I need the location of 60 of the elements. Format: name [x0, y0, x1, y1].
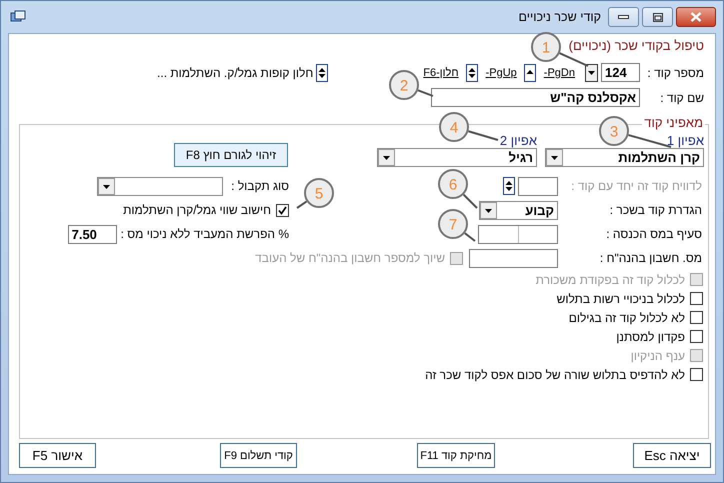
- dropdown-button[interactable]: [585, 64, 598, 82]
- link[interactable]: PgUp-: [486, 66, 517, 78]
- field-label: אפיון 2: [500, 133, 537, 148]
- field-label: % הפרשת המעביד ללא ניכוי מס :: [120, 227, 289, 241]
- caret-icon: [480, 202, 497, 218]
- field-label: שם קוד :: [659, 90, 704, 104]
- checkbox[interactable]: [690, 368, 703, 381]
- close-icon: [690, 12, 702, 22]
- link[interactable]: חלון-F6: [423, 66, 459, 78]
- input-field[interactable]: [478, 224, 558, 244]
- checkbox[interactable]: [690, 292, 703, 305]
- checkbox-label: לכלול קוד זה בפקודת משכורת: [536, 272, 685, 286]
- button[interactable]: יציאה Esc: [633, 443, 711, 468]
- field-label: אפיון 1: [666, 133, 704, 148]
- checkbox-label: חישוב שווי גמל/קרן השתלמות: [123, 203, 271, 217]
- caret-icon: [546, 149, 563, 166]
- checkbox-label: לכלול בניכויי רשות בתלוש: [556, 292, 685, 306]
- caret-icon: [98, 178, 116, 194]
- button[interactable]: קודי תשלום F9: [220, 443, 297, 468]
- field-label: הגדרת קוד בשכר :: [608, 203, 702, 217]
- link[interactable]: חלון קופות גמל/ק. השתלמות ...: [157, 66, 314, 80]
- window-title: קודי שכר ניכויים: [518, 10, 601, 24]
- input-field[interactable]: 7.50: [68, 224, 117, 244]
- spin-button[interactable]: [503, 177, 515, 195]
- close-button[interactable]: [676, 7, 716, 27]
- maximize-button[interactable]: [642, 7, 673, 27]
- input-field[interactable]: [518, 176, 558, 196]
- checkbox-label: שיוך למספר חשבון בהנה"ח של העובד: [255, 251, 445, 265]
- spin-button[interactable]: [466, 64, 478, 82]
- minimize-icon: [618, 15, 629, 19]
- input-field[interactable]: [469, 248, 558, 268]
- field-label: סוג תקבול :: [231, 179, 289, 193]
- section-heading: טיפול בקודי שכר (ניכויים): [568, 37, 704, 55]
- checkbox-label: פקדון למסתנן: [616, 330, 685, 344]
- checkbox[interactable]: [690, 330, 703, 343]
- checkbox-label: לא להדפיס בתלוש שורה של סכום אפס לקוד שכר זה: [425, 368, 685, 382]
- checkbox[interactable]: [276, 204, 289, 216]
- button[interactable]: מחיקת קוד F11: [417, 443, 495, 468]
- dropdown[interactable]: רגיל: [377, 148, 537, 167]
- maximize-icon: [652, 12, 662, 22]
- up-arrow-button[interactable]: [524, 64, 536, 82]
- checkbox-label: לא לכלול קוד זה בגילום: [568, 310, 685, 324]
- field-label: סעיף במס הכנסה :: [605, 227, 702, 241]
- dropdown[interactable]: קבוע: [479, 200, 558, 220]
- code-number-field[interactable]: 124: [601, 63, 640, 82]
- dropdown[interactable]: קרן השתלמות: [545, 148, 704, 167]
- code-name-field[interactable]: אקסלנס קה"ש: [431, 88, 640, 107]
- spin-button[interactable]: [316, 64, 328, 82]
- minimize-button[interactable]: [608, 7, 639, 27]
- field-label: מספר קוד :: [646, 66, 704, 80]
- checkbox[interactable]: [690, 311, 703, 324]
- checkbox-label: ענף הניקיון: [630, 348, 685, 362]
- link[interactable]: PgDn-: [544, 66, 575, 78]
- caret-icon: [378, 149, 395, 166]
- field-label: לדוויח קוד זה יחד עם קוד :: [570, 179, 702, 193]
- dropdown[interactable]: [97, 176, 224, 196]
- button[interactable]: אישור F5: [19, 443, 96, 468]
- app-icon: [10, 10, 26, 24]
- external-id-button[interactable]: זיהוי לגורם חוץ F8: [174, 143, 288, 167]
- field-label: מס. חשבון בהנה"ח :: [598, 251, 702, 265]
